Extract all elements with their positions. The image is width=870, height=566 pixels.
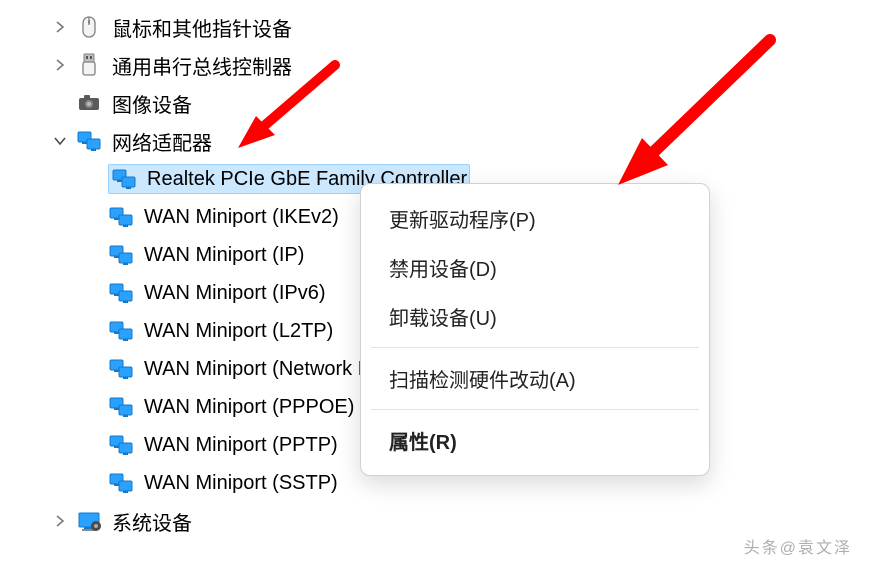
tree-item-label: WAN Miniport (L2TP) [144,320,333,343]
menu-separator [371,347,699,348]
network-icon [108,318,134,344]
network-icon [108,394,134,420]
tree-item-label: WAN Miniport (IKEv2) [144,206,339,229]
context-menu: 更新驱动程序(P) 禁用设备(D) 卸载设备(U) 扫描检测硬件改动(A) 属性… [360,183,710,476]
menu-uninstall-device[interactable]: 卸载设备(U) [361,292,709,341]
menu-separator [371,409,699,410]
watermark: 头条@袁文泽 [744,534,852,558]
network-icon [108,356,134,382]
menu-scan-hardware[interactable]: 扫描检测硬件改动(A) [361,354,709,403]
tree-item-label: WAN Miniport (SSTP) [144,472,338,495]
tree-item-label: WAN Miniport (PPTP) [144,434,338,457]
network-icon [108,204,134,230]
menu-update-driver[interactable]: 更新驱动程序(P) [361,194,709,243]
usb-icon [76,52,102,78]
chevron-right-icon[interactable] [50,55,70,75]
chevron-right-icon[interactable] [50,17,70,37]
tree-item-label: WAN Miniport (IP) [144,244,304,267]
mouse-icon [76,14,102,40]
network-icon [108,242,134,268]
tree-item-label: 网络适配器 [112,127,212,156]
tree-item-label: 鼠标和其他指针设备 [112,13,292,42]
network-icon [108,280,134,306]
chevron-right-icon[interactable] [50,511,70,531]
annotation-arrow-icon [600,30,780,200]
network-icon [108,470,134,496]
tree-item-label: 系统设备 [112,507,192,536]
network-icon [76,128,102,154]
system-device-icon [76,508,102,534]
tree-item-label: WAN Miniport (IPv6) [144,282,326,305]
camera-icon [76,90,102,116]
menu-properties[interactable]: 属性(R) [361,416,709,465]
network-icon [108,432,134,458]
network-icon [111,166,137,192]
chevron-down-icon[interactable] [50,131,70,151]
annotation-arrow-icon [230,60,340,160]
tree-item-label: WAN Miniport (PPPOE) [144,396,354,419]
menu-disable-device[interactable]: 禁用设备(D) [361,243,709,292]
tree-item-label: 图像设备 [112,89,192,118]
